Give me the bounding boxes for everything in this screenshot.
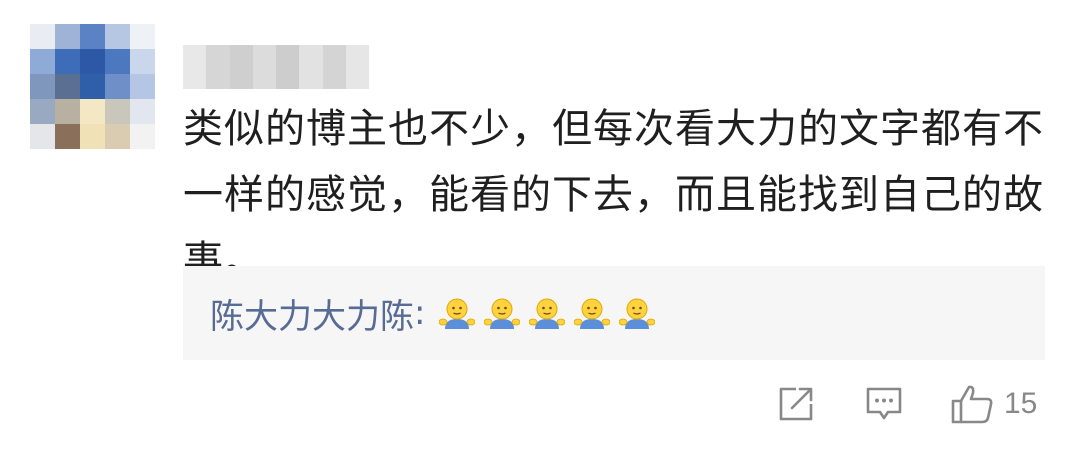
comment-icon bbox=[866, 387, 902, 420]
thumbs-up-icon bbox=[951, 385, 993, 424]
comment-button[interactable] bbox=[864, 384, 904, 424]
reply-box[interactable]: 陈大力大力陈 : bbox=[183, 266, 1045, 360]
reply-author[interactable]: 陈大力大力陈 bbox=[210, 289, 414, 338]
like-button[interactable]: 15 bbox=[950, 384, 1037, 424]
shrug-emoji-icon bbox=[439, 298, 476, 329]
avatar[interactable] bbox=[30, 24, 155, 149]
username-blurred[interactable] bbox=[183, 45, 369, 89]
shrug-emoji-icon bbox=[574, 298, 611, 329]
share-icon bbox=[779, 387, 813, 421]
share-button[interactable] bbox=[776, 384, 816, 424]
reply-line: 陈大力大力陈 : bbox=[210, 288, 664, 338]
shrug-emoji-icon bbox=[619, 298, 656, 329]
like-count: 15 bbox=[1004, 387, 1038, 420]
comment-text: 类似的博主也不少，但每次看大力的文字都有不一样的感觉，能看的下去，而且能找到自己… bbox=[183, 106, 1044, 284]
shrug-emoji-icon bbox=[529, 298, 566, 329]
shrug-emoji-icon bbox=[484, 298, 521, 329]
reply-separator: : bbox=[414, 293, 426, 333]
